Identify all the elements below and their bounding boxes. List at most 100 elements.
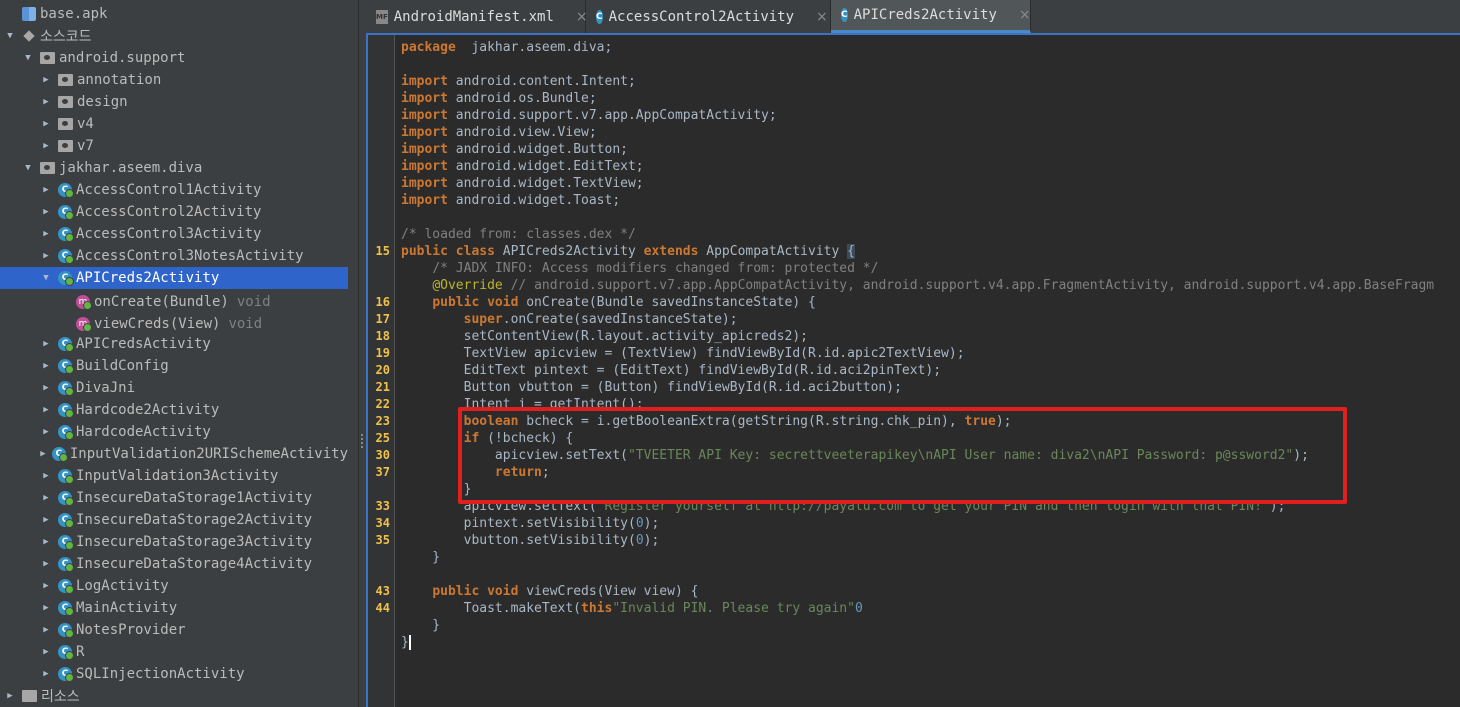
tree-item-insecuredatastorage1activity[interactable]: ▶ C InsecureDataStorage1Activity bbox=[0, 487, 348, 509]
tree-item-insecuredatastorage3activity[interactable]: ▶ C InsecureDataStorage3Activity bbox=[0, 531, 348, 553]
chevron-right-icon[interactable]: ▶ bbox=[40, 493, 52, 503]
chevron-down-icon[interactable]: ▼ bbox=[22, 53, 34, 63]
code-line[interactable]: } bbox=[401, 634, 411, 651]
chevron-right-icon[interactable]: ▶ bbox=[40, 361, 52, 371]
tree-item-design[interactable]: ▶ design bbox=[0, 91, 348, 113]
code-line[interactable]: public void viewCreds(View view) { bbox=[401, 583, 698, 600]
code-line[interactable]: import android.content.Intent; bbox=[401, 73, 636, 90]
chevron-right-icon[interactable]: ▶ bbox=[40, 229, 52, 239]
code-line[interactable]: package jakhar.aseem.diva; bbox=[401, 39, 612, 56]
code-line[interactable]: TextView apicview = (TextView) findViewB… bbox=[401, 345, 965, 362]
tree-item-logactivity[interactable]: ▶ C LogActivity bbox=[0, 575, 348, 597]
chevron-right-icon[interactable]: ▶ bbox=[40, 251, 52, 261]
code-line[interactable]: Toast.makeText(this"Invalid PIN. Please … bbox=[401, 600, 863, 617]
tree-item-inputvalidation3activity[interactable]: ▶ C InputValidation3Activity bbox=[0, 465, 348, 487]
chevron-right-icon[interactable]: ▶ bbox=[4, 691, 16, 701]
tree-item-accesscontrol3notesactivity[interactable]: ▶ C AccessControl3NotesActivity bbox=[0, 245, 348, 267]
tree-item-hardcode2activity[interactable]: ▶ C Hardcode2Activity bbox=[0, 399, 348, 421]
tree-item-android-support[interactable]: ▼ android.support bbox=[0, 47, 348, 69]
tree-item-annotation[interactable]: ▶ annotation bbox=[0, 69, 348, 91]
tree-item-notesprovider[interactable]: ▶ C NotesProvider bbox=[0, 619, 348, 641]
tab-androidmanifest-xml[interactable]: MF AndroidManifest.xml × bbox=[366, 0, 588, 33]
tree-item-accesscontrol2activity[interactable]: ▶ C AccessControl2Activity bbox=[0, 201, 348, 223]
chevron-right-icon[interactable]: ▶ bbox=[40, 559, 52, 569]
chevron-right-icon[interactable]: ▶ bbox=[40, 603, 52, 613]
code-line[interactable]: super.onCreate(savedInstanceState); bbox=[401, 311, 738, 328]
chevron-right-icon[interactable]: ▶ bbox=[40, 185, 52, 195]
tree-item-apicreds2activity[interactable]: ▼ C APICreds2Activity bbox=[0, 267, 348, 289]
code-line[interactable]: EditText pintext = (EditText) findViewBy… bbox=[401, 362, 941, 379]
code-line[interactable]: /* JADX INFO: Access modifiers changed f… bbox=[401, 260, 878, 277]
code-line[interactable]: public void onCreate(Bundle savedInstanc… bbox=[401, 294, 816, 311]
chevron-right-icon[interactable]: ▶ bbox=[40, 75, 52, 85]
chevron-right-icon[interactable]: ▶ bbox=[40, 141, 52, 151]
close-icon[interactable]: × bbox=[1019, 7, 1031, 23]
chevron-down-icon[interactable]: ▼ bbox=[40, 273, 52, 283]
panel-splitter[interactable] bbox=[358, 0, 366, 707]
code-line[interactable]: import android.widget.Toast; bbox=[401, 192, 620, 209]
chevron-right-icon[interactable]: ▶ bbox=[40, 405, 52, 415]
tree-item-accesscontrol3activity[interactable]: ▶ C AccessControl3Activity bbox=[0, 223, 348, 245]
chevron-right-icon[interactable]: ▶ bbox=[40, 669, 52, 679]
chevron-right-icon[interactable]: ▶ bbox=[40, 471, 52, 481]
tree-item-viewcreds-view[interactable]: m viewCreds(View) void bbox=[0, 313, 348, 335]
chevron-down-icon[interactable]: ▼ bbox=[22, 163, 34, 173]
code-line[interactable]: } bbox=[401, 617, 440, 634]
code-line[interactable]: import android.support.v7.app.AppCompatA… bbox=[401, 107, 777, 124]
chevron-right-icon[interactable]: ▶ bbox=[40, 515, 52, 525]
tree-item-base-apk[interactable]: base.apk bbox=[0, 3, 348, 25]
code-line[interactable]: import android.view.View; bbox=[401, 124, 597, 141]
chevron-down-icon[interactable]: ▼ bbox=[4, 31, 16, 41]
code-line[interactable]: vbutton.setVisibility(0); bbox=[401, 532, 660, 549]
chevron-right-icon[interactable]: ▶ bbox=[40, 427, 52, 437]
vertical-scrollbar[interactable] bbox=[1454, 35, 1460, 707]
code-line[interactable]: @Override // android.support.v7.app.AppC… bbox=[401, 277, 1434, 294]
chevron-right-icon[interactable]: ▶ bbox=[40, 581, 52, 591]
code-line[interactable]: import android.widget.Button; bbox=[401, 141, 628, 158]
chevron-right-icon[interactable]: ▶ bbox=[40, 339, 52, 349]
tree-item-jakhar-aseem-diva[interactable]: ▼ jakhar.aseem.diva bbox=[0, 157, 348, 179]
close-icon[interactable]: × bbox=[816, 9, 828, 25]
tree-item-sqlinjectionactivity[interactable]: ▶ C SQLInjectionActivity bbox=[0, 663, 348, 685]
code-line[interactable]: } bbox=[401, 481, 472, 498]
code-area[interactable]: package jakhar.aseem.diva; import android… bbox=[401, 35, 1460, 707]
code-line[interactable]: Button vbutton = (Button) findViewById(R… bbox=[401, 379, 902, 396]
chevron-right-icon[interactable]: ▶ bbox=[40, 449, 46, 459]
tree-item-v7[interactable]: ▶ v7 bbox=[0, 135, 348, 157]
code-line[interactable]: import android.widget.EditText; bbox=[401, 158, 644, 175]
tree-item-accesscontrol1activity[interactable]: ▶ C AccessControl1Activity bbox=[0, 179, 348, 201]
code-line[interactable]: } bbox=[401, 549, 440, 566]
code-line[interactable]: import android.os.Bundle; bbox=[401, 90, 597, 107]
tree-item-hardcodeactivity[interactable]: ▶ C HardcodeActivity bbox=[0, 421, 348, 443]
code-line[interactable]: import android.widget.TextView; bbox=[401, 175, 644, 192]
code-line[interactable]: boolean bcheck = i.getBooleanExtra(getSt… bbox=[401, 413, 1012, 430]
code-line[interactable]: /* loaded from: classes.dex */ bbox=[401, 226, 636, 243]
tree-item-v4[interactable]: ▶ v4 bbox=[0, 113, 348, 135]
tree-item-divajni[interactable]: ▶ C DivaJni bbox=[0, 377, 348, 399]
chevron-right-icon[interactable]: ▶ bbox=[40, 625, 52, 635]
tree-item-buildconfig[interactable]: ▶ C BuildConfig bbox=[0, 355, 348, 377]
code-line[interactable]: if (!bcheck) { bbox=[401, 430, 574, 447]
tree-item-insecuredatastorage2activity[interactable]: ▶ C InsecureDataStorage2Activity bbox=[0, 509, 348, 531]
tree-item-inputvalidation2urischemeactivity[interactable]: ▶ C InputValidation2URISchemeActivity bbox=[0, 443, 348, 465]
code-line[interactable]: setContentView(R.layout.activity_apicred… bbox=[401, 328, 808, 345]
chevron-right-icon[interactable]: ▶ bbox=[40, 207, 52, 217]
tree-item-mainactivity[interactable]: ▶ C MainActivity bbox=[0, 597, 348, 619]
code-editor[interactable]: 15 16 17 18 19 20 21 22 23 25 30 37 33 34 35 43 44 packa… bbox=[366, 33, 1460, 707]
code-line[interactable]: return; bbox=[401, 464, 550, 481]
tab-accesscontrol2activity[interactable]: C AccessControl2Activity × bbox=[586, 0, 831, 33]
tree-item-리소스[interactable]: ▶ 리소스 bbox=[0, 685, 348, 707]
chevron-right-icon[interactable]: ▶ bbox=[40, 383, 52, 393]
chevron-right-icon[interactable]: ▶ bbox=[40, 537, 52, 547]
code-line[interactable]: apicview.setText("TVEETER API Key: secre… bbox=[401, 447, 1309, 464]
code-line[interactable]: Intent i = getIntent(); bbox=[401, 396, 644, 413]
chevron-right-icon[interactable]: ▶ bbox=[40, 119, 52, 129]
chevron-right-icon[interactable]: ▶ bbox=[40, 647, 52, 657]
tree-item-r[interactable]: ▶ C R bbox=[0, 641, 348, 663]
code-line[interactable]: apicview.setText("Register yourself at h… bbox=[401, 498, 1286, 515]
tree-item-insecuredatastorage4activity[interactable]: ▶ C InsecureDataStorage4Activity bbox=[0, 553, 348, 575]
tree-item-apicredsactivity[interactable]: ▶ C APICredsActivity bbox=[0, 333, 348, 355]
code-line[interactable]: public class APICreds2Activity extends A… bbox=[401, 243, 855, 260]
tree-item-oncreate-bundle[interactable]: m onCreate(Bundle) void bbox=[0, 291, 348, 313]
chevron-right-icon[interactable]: ▶ bbox=[40, 97, 52, 107]
